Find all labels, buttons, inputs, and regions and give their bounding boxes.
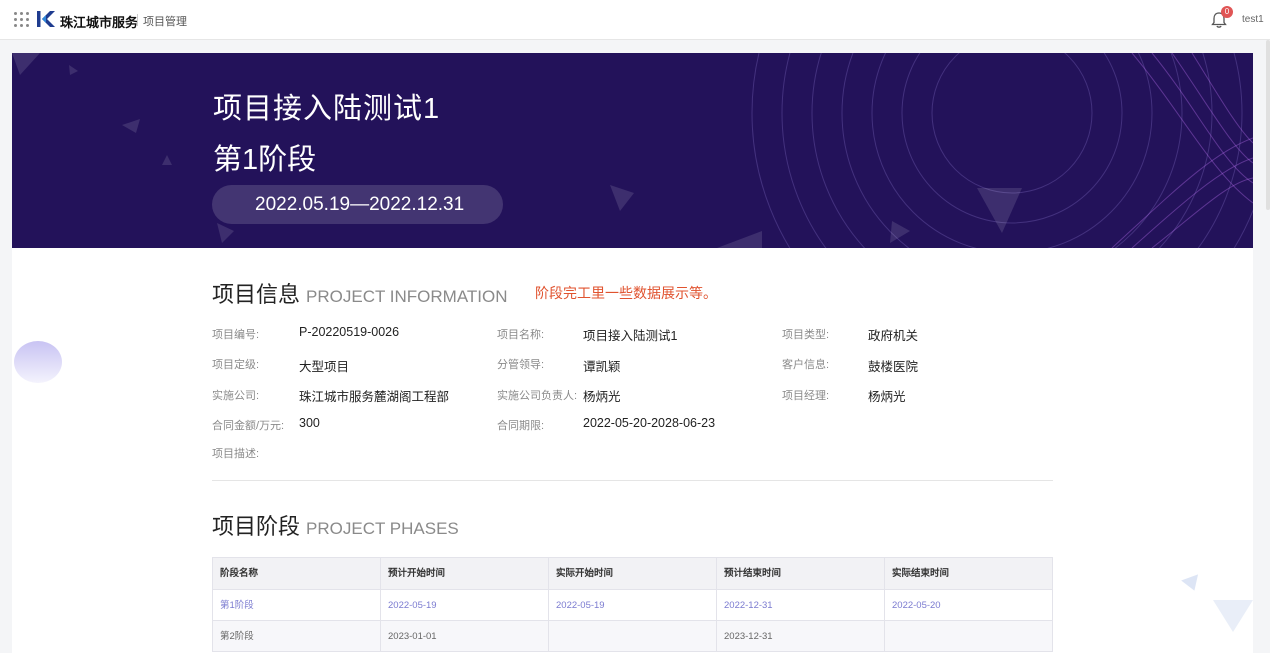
project-banner: 项目接入陆测试1 第1阶段 2022.05.19—2022.12.31 (12, 53, 1253, 248)
field-label: 项目名称: (497, 329, 545, 341)
project-detail-card: 项目接入陆测试1 第1阶段 2022.05.19—2022.12.31 项目信息… (12, 53, 1253, 653)
phases-table: 阶段名称 预计开始时间 实际开始时间 预计结束时间 实际结束时间 第1阶段 20… (212, 557, 1053, 652)
company-head: 杨炳光 (583, 390, 621, 404)
field-label: 实施公司负责人: (497, 390, 578, 402)
company: 珠江城市服务麓湖阁工程部 (299, 390, 450, 404)
column-header: 预计结束时间 (717, 558, 885, 589)
section-title-cn: 项目阶段 (212, 514, 301, 539)
project-name: 项目接入陆测试1 (583, 329, 678, 343)
table-row[interactable]: 第1阶段 2022-05-19 2022-05-19 2022-12-31 20… (213, 589, 1052, 620)
field-label: 实施公司: (212, 390, 260, 402)
field-label: 合同期限: (497, 420, 545, 432)
field-label: 项目定级: (212, 359, 260, 371)
table-cell: 2023-01-01 (381, 621, 549, 651)
decorative-blob (14, 341, 62, 383)
column-header: 预计开始时间 (381, 558, 549, 589)
module-name[interactable]: 项目管理 (143, 13, 187, 29)
apps-grid-icon[interactable] (14, 12, 30, 28)
project-name-heading: 项目接入陆测试1 (213, 93, 441, 125)
field-label: 项目经理: (782, 390, 830, 402)
project-info-title: 项目信息 PROJECT INFORMATION (212, 277, 508, 309)
field-label: 项目编号: (212, 329, 260, 341)
project-grade: 大型项目 (299, 360, 350, 374)
decorative-triangle (1213, 600, 1253, 632)
contract-amount: 300 (299, 416, 320, 430)
table-header-row: 阶段名称 预计开始时间 实际开始时间 预计结束时间 实际结束时间 (213, 558, 1052, 589)
table-cell[interactable]: 第1阶段 (213, 590, 381, 620)
contract-period: 2022-05-20-2028-06-23 (583, 416, 716, 430)
table-cell: 2022-05-19 (381, 590, 549, 620)
user-name[interactable]: test1 (1242, 14, 1264, 25)
field-label: 合同金额/万元: (212, 420, 285, 432)
table-row[interactable]: 第2阶段 2023-01-01 2023-12-31 (213, 620, 1052, 651)
field-label: 项目类型: (782, 329, 830, 341)
scrollbar[interactable] (1266, 40, 1270, 210)
banner-decoration (12, 53, 1253, 248)
section-divider (212, 480, 1053, 481)
customer: 鼓楼医院 (868, 360, 919, 374)
brand-name[interactable]: 珠江城市服务 (60, 12, 138, 31)
phase-heading: 第1阶段 (213, 144, 317, 176)
project-code: P-20220519-0026 (299, 325, 400, 339)
project-phases-title: 项目阶段 PROJECT PHASES (212, 509, 459, 541)
table-cell (885, 621, 1052, 651)
table-cell[interactable]: 第2阶段 (213, 621, 381, 651)
table-cell: 2022-12-31 (717, 590, 885, 620)
project-type: 政府机关 (868, 329, 919, 343)
section-title-en: PROJECT INFORMATION (306, 287, 508, 306)
field-label: 项目描述: (212, 448, 260, 460)
table-cell: 2022-05-19 (549, 590, 717, 620)
notification-badge: 0 (1221, 6, 1233, 18)
divider (137, 14, 138, 26)
column-header: 实际结束时间 (892, 568, 950, 579)
section-title-en: PROJECT PHASES (306, 519, 459, 538)
field-label: 分管领导: (497, 359, 545, 371)
table-cell: 2022-05-20 (892, 600, 941, 611)
project-manager: 杨炳光 (868, 390, 906, 404)
brand-logo-icon[interactable] (37, 11, 55, 27)
column-header: 阶段名称 (213, 558, 381, 589)
field-label: 客户信息: (782, 359, 830, 371)
section-title-cn: 项目信息 (212, 282, 301, 307)
table-cell (549, 621, 717, 651)
date-range-pill: 2022.05.19—2022.12.31 (212, 185, 503, 224)
top-bar: 珠江城市服务 项目管理 0 test1 (0, 0, 1270, 40)
table-cell: 2023-12-31 (717, 621, 885, 651)
leader: 谭凯颖 (583, 360, 621, 374)
column-header: 实际开始时间 (549, 558, 717, 589)
info-note: 阶段完工里一些数据展示等。 (535, 285, 717, 301)
